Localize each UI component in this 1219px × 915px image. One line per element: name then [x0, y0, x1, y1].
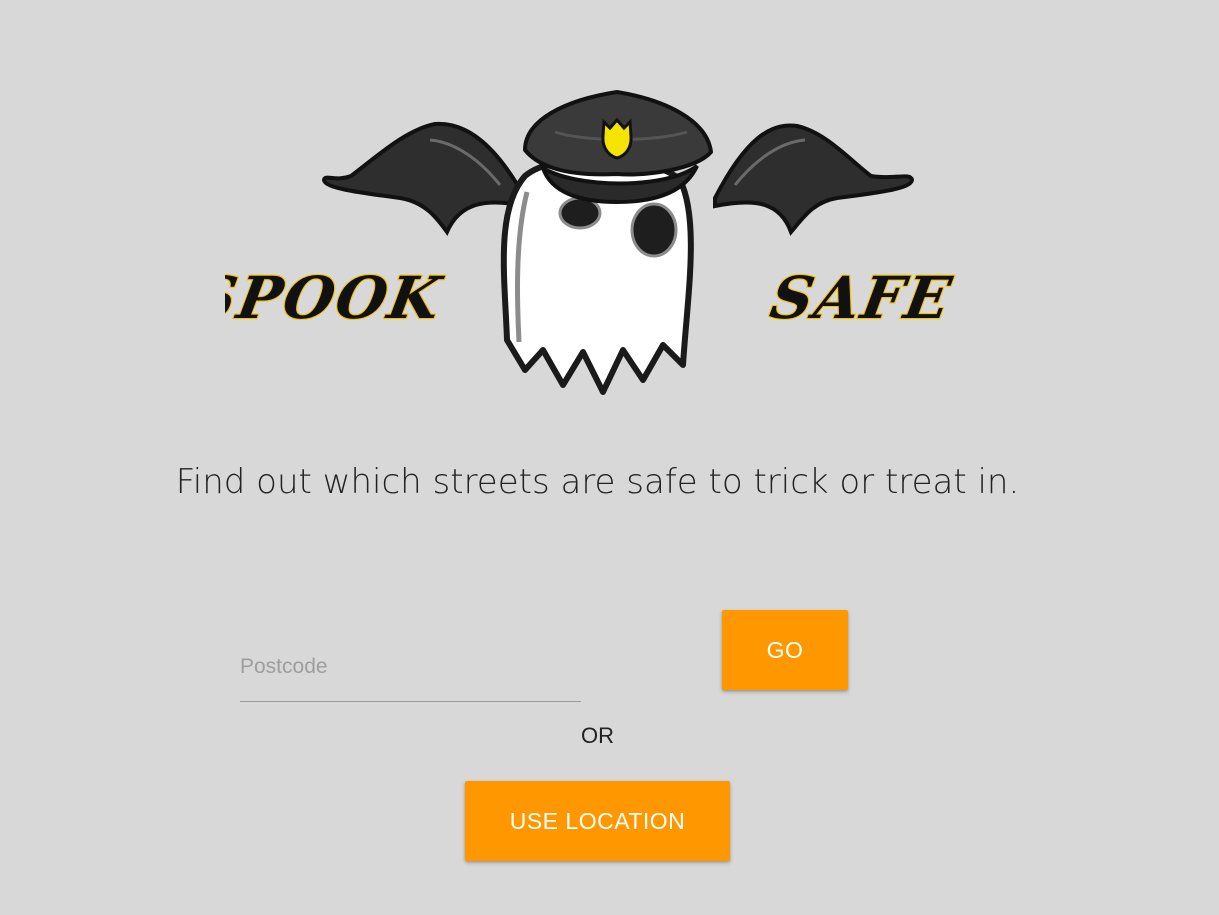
tagline: Find out which streets are safe to trick… — [175, 462, 1020, 502]
postcode-input[interactable] — [240, 650, 581, 684]
go-button[interactable]: GO — [722, 610, 848, 690]
badge-icon — [601, 117, 633, 160]
use-location-button[interactable]: USE LOCATION — [465, 781, 730, 861]
spook-safe-logo: SPOOK SAFE — [225, 80, 970, 410]
postcode-field — [240, 640, 581, 702]
or-separator: OR — [581, 723, 614, 748]
logo-word-spook: SPOOK — [225, 263, 448, 331]
logo-word-safe: SAFE — [766, 263, 958, 331]
right-eye-icon — [630, 202, 678, 258]
right-wing-icon — [713, 123, 915, 236]
